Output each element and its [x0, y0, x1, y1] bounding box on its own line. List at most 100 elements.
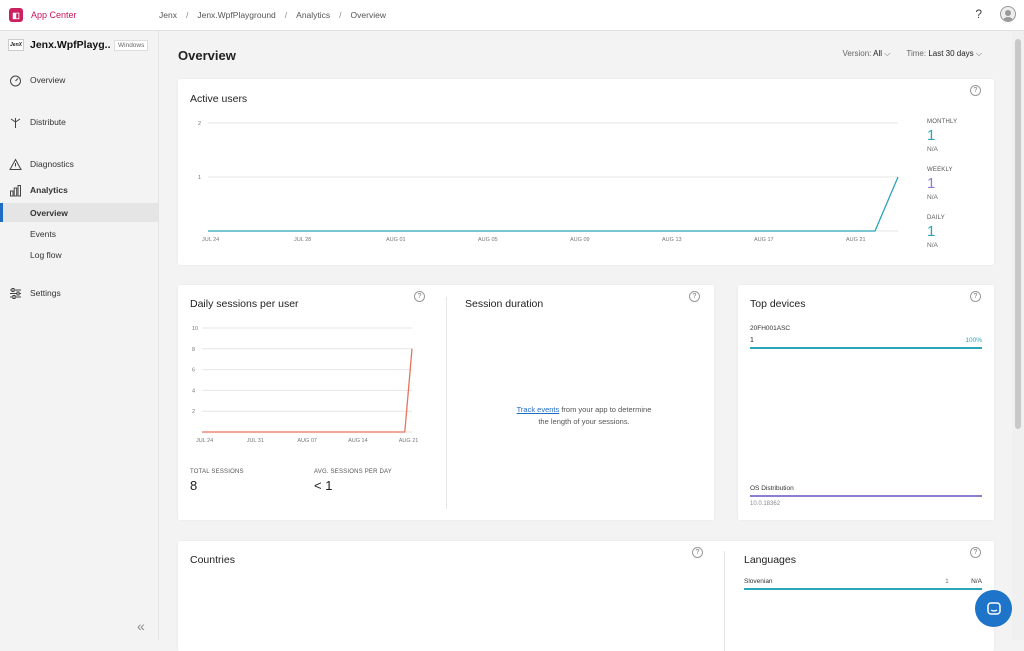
- monthly-value: 1: [927, 127, 936, 144]
- chevron-down-icon: ⌵: [975, 49, 982, 58]
- y-tick-label: 2: [192, 409, 195, 415]
- active-users-chart: 2 1 JUL 24 JUL 28 AUG 01 AUG 05 AUG 09 AUG 13 AU…: [198, 121, 899, 243]
- language-row: Slovenian 1 N/A: [744, 578, 982, 590]
- sidebar-item-label: Overview: [30, 75, 66, 85]
- distribute-icon: [8, 115, 22, 129]
- sidebar-item-distribute[interactable]: Distribute: [0, 112, 158, 132]
- brand-name: App Center: [31, 10, 77, 20]
- os-distribution-label: OS Distribution: [750, 485, 794, 492]
- help-icon[interactable]: ?: [975, 7, 982, 21]
- language-percent: N/A: [971, 578, 982, 585]
- total-sessions-value: 8: [190, 478, 198, 493]
- x-tick-label: AUG 13: [662, 237, 682, 243]
- breadcrumb-separator: /: [185, 10, 189, 20]
- active-users-card: Active users ? 2 1 JUL 24 JUL 28 AUG 01 AUG 0…: [178, 79, 994, 265]
- session-duration-empty-message: Track events from your app to determine …: [468, 404, 700, 428]
- x-tick-label: AUG 17: [754, 237, 774, 243]
- sidebar-item-label: Diagnostics: [30, 159, 74, 169]
- page-scrollbar[interactable]: [1012, 31, 1024, 640]
- track-events-link[interactable]: Track events: [517, 405, 560, 414]
- scrollbar-thumb[interactable]: [1015, 39, 1021, 429]
- version-filter[interactable]: Version: All ⌵: [842, 49, 890, 59]
- app-center-logo-icon: ◧: [9, 8, 23, 22]
- gauge-icon: [8, 73, 22, 87]
- sidebar-item-analytics[interactable]: Analytics: [0, 180, 158, 200]
- app-os-badge: Windows: [114, 39, 149, 51]
- card-title: Active users: [190, 93, 248, 105]
- x-tick-label: AUG 21: [846, 237, 866, 243]
- top-devices-card: Top devices ? 20FH001ASC 1 100% OS Distr…: [738, 285, 994, 520]
- collapse-sidebar-icon[interactable]: «: [137, 618, 145, 634]
- version-label: Version:: [842, 49, 872, 58]
- x-tick-label: AUG 01: [386, 237, 406, 243]
- sidebar-subitem-events[interactable]: Events: [0, 224, 158, 243]
- monthly-na: N/A: [927, 146, 938, 153]
- avg-sessions-label: AVG. SESSIONS PER DAY: [314, 469, 392, 475]
- top-bar: ◧ App Center Jenx / Jenx.WpfPlayground /…: [0, 0, 1024, 31]
- breadcrumb-item-analytics[interactable]: Analytics: [296, 10, 330, 20]
- countries-languages-card: Countries ? Languages ? Slovenian 1 N/A: [178, 541, 994, 651]
- device-percent: 100%: [965, 337, 982, 344]
- divider: [446, 297, 447, 509]
- sidebar-subitem-log-flow[interactable]: Log flow: [0, 245, 158, 264]
- device-row: 20FH001ASC 1 100%: [750, 325, 982, 349]
- bar-chart-icon: [8, 183, 22, 197]
- sidebar-item-diagnostics[interactable]: Diagnostics: [0, 154, 158, 174]
- active-users-stats: MONTHLY 1 N/A WEEKLY 1 N/A DAILY 1 N/A: [927, 119, 957, 249]
- user-avatar[interactable]: [1000, 6, 1016, 22]
- app-icon: JenX: [8, 39, 24, 51]
- page-title: Overview: [178, 48, 236, 63]
- weekly-na: N/A: [927, 194, 938, 201]
- os-bar: [750, 495, 982, 497]
- help-circle-icon[interactable]: ?: [970, 85, 981, 96]
- os-version: 10.0.18362: [750, 501, 781, 507]
- brand[interactable]: ◧ App Center: [0, 8, 159, 22]
- filters: Version: All ⌵ Time: Last 30 days ⌵: [842, 49, 982, 59]
- time-filter[interactable]: Time: Last 30 days ⌵: [906, 49, 982, 59]
- daily-value: 1: [927, 223, 936, 240]
- time-label: Time:: [906, 49, 927, 58]
- version-value: All: [873, 49, 883, 58]
- help-circle-icon[interactable]: ?: [970, 291, 981, 302]
- breadcrumb-item-jenx[interactable]: Jenx: [159, 10, 177, 20]
- y-tick-label: 4: [192, 388, 195, 394]
- avg-sessions-value: < 1: [314, 478, 333, 493]
- y-tick-label: 8: [192, 347, 195, 353]
- sidebar-item-label: Distribute: [30, 117, 66, 127]
- warning-icon: [8, 157, 22, 171]
- os-distribution: OS Distribution 10.0.18362: [750, 485, 982, 507]
- chat-button[interactable]: [975, 590, 1012, 627]
- help-circle-icon[interactable]: ?: [689, 291, 700, 302]
- device-name: 20FH001ASC: [750, 325, 791, 332]
- avg-sessions-stat: AVG. SESSIONS PER DAY < 1: [314, 469, 392, 493]
- empty-text-1: from your app to determine: [559, 405, 652, 414]
- card-title: Daily sessions per user: [190, 298, 299, 310]
- y-tick-label: 2: [198, 121, 201, 127]
- monthly-label: MONTHLY: [927, 119, 958, 125]
- sidebar-item-settings[interactable]: Settings: [0, 283, 158, 303]
- sidebar-item-overview[interactable]: Overview: [0, 70, 158, 90]
- x-tick-label: AUG 14: [348, 438, 368, 444]
- help-circle-icon[interactable]: ?: [970, 547, 981, 558]
- card-title: Languages: [744, 554, 796, 566]
- card-title: Countries: [190, 554, 235, 566]
- series-line: [208, 176, 899, 232]
- x-tick-label: AUG 05: [478, 237, 498, 243]
- app-name: Jenx.WpfPlayg...: [30, 39, 110, 51]
- help-circle-icon[interactable]: ?: [414, 291, 425, 302]
- language-name: Slovenian: [744, 578, 773, 585]
- x-tick-label: AUG 07: [297, 438, 317, 444]
- breadcrumb-item-app[interactable]: Jenx.WpfPlayground: [197, 10, 275, 20]
- x-tick-label: JUL 28: [294, 237, 311, 243]
- weekly-label: WEEKLY: [927, 167, 953, 173]
- y-tick-label: 1: [198, 175, 201, 181]
- app-selector[interactable]: JenX Jenx.WpfPlayg... Windows: [0, 31, 158, 59]
- help-circle-icon[interactable]: ?: [692, 547, 703, 558]
- language-count: 1: [945, 578, 949, 585]
- sidebar: JenX Jenx.WpfPlayg... Windows Overview D…: [0, 31, 159, 640]
- sidebar-subitem-overview[interactable]: Overview: [0, 203, 158, 222]
- sliders-icon: [8, 286, 22, 300]
- y-tick-label: 10: [192, 326, 198, 332]
- card-title: Top devices: [750, 298, 806, 310]
- breadcrumb-item-overview: Overview: [350, 10, 386, 20]
